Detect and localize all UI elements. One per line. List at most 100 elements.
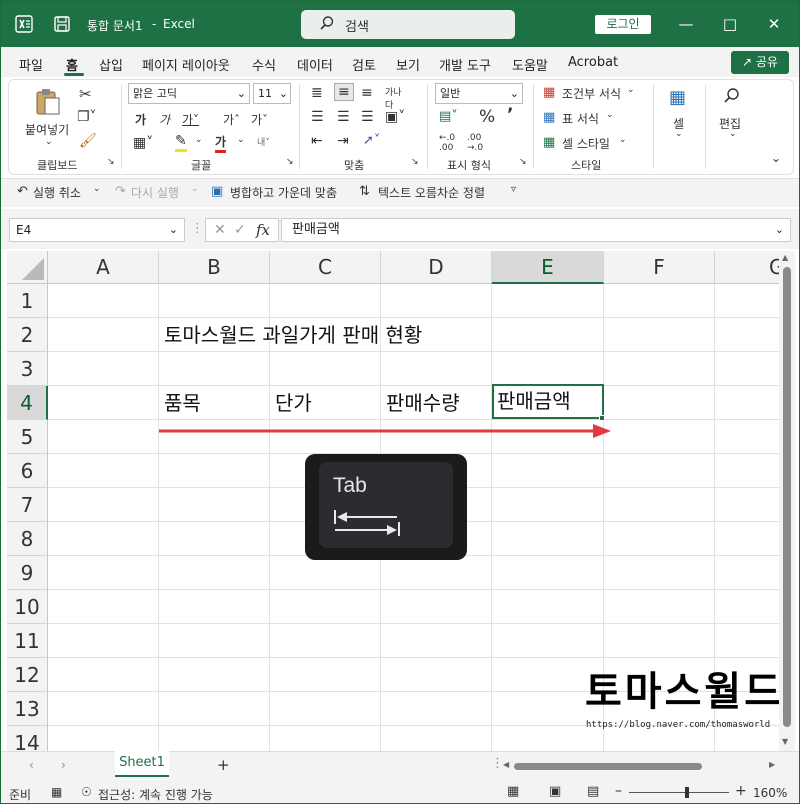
cell-d4[interactable]: 판매수량 [381,386,460,420]
tab-insert[interactable]: 삽입 [99,55,123,74]
cell-b4[interactable]: 품목 [159,386,201,420]
zoom-in-icon[interactable]: + [735,783,747,799]
column-header-d[interactable]: D [381,251,492,284]
page-break-view-icon[interactable]: ▤ [587,784,599,799]
save-icon[interactable] [53,15,71,33]
merge-center-label[interactable]: 병합하고 가운데 맞춤 [230,184,337,201]
font-color-icon[interactable]: 가 [215,133,227,153]
orientation-icon[interactable]: ➚˅ [363,133,380,148]
next-sheet-icon[interactable]: › [61,758,66,772]
merge-center-quick-icon[interactable]: ▣ [211,184,223,199]
align-left-icon[interactable]: ☰ [311,109,324,125]
horizontal-scrollbar[interactable] [514,761,764,771]
tab-acrobat[interactable]: Acrobat [568,55,618,70]
italic-icon[interactable]: 가 [159,111,170,128]
row-header-5[interactable]: 5 [7,420,48,454]
row-header-12[interactable]: 12 [7,658,48,692]
vertical-scrollbar[interactable]: ▲ ▼ [779,251,795,751]
row-header-7[interactable]: 7 [7,488,48,522]
insert-function-button[interactable]: fx [256,221,270,239]
minimize-icon[interactable]: — [671,11,701,37]
redo-dropdown-icon[interactable]: ⌄ [191,184,199,194]
conditional-format-icon[interactable]: ▦ [543,85,555,100]
column-header-g[interactable]: G [715,251,779,284]
undo-label[interactable]: 실행 취소 [33,184,81,201]
share-button[interactable]: ↗ 공유 [731,51,789,74]
zoom-slider[interactable] [629,792,729,793]
align-right-icon[interactable]: ☰ [361,109,374,125]
cell-c4[interactable]: 단가 [270,386,312,420]
row-header-2[interactable]: 2 [7,318,48,352]
underline-icon[interactable]: 가˅ [182,111,199,128]
accounting-format-icon[interactable]: ▤˅ [439,109,458,124]
font-name-select[interactable]: 맑은 고딕 ⌄ [128,83,250,104]
fill-handle[interactable] [599,415,605,421]
paste-icon[interactable] [33,87,63,121]
cell-style-dropdown-icon[interactable]: ⌄ [619,135,627,145]
align-center-icon[interactable]: ☰ [337,109,350,125]
row-header-11[interactable]: 11 [7,624,48,658]
font-size-select[interactable]: 11 ⌄ [253,83,291,104]
clipboard-launcher-icon[interactable]: ↘ [107,157,115,167]
sort-ascending-label[interactable]: 텍스트 오름차순 정렬 [378,184,485,201]
tab-developer[interactable]: 개발 도구 [439,55,491,74]
tab-view[interactable]: 보기 [396,55,420,74]
row-header-1[interactable]: 1 [7,284,48,318]
paste-dropdown-icon[interactable]: ⌄ [45,137,53,147]
cell-style-label[interactable]: 셀 스타일 [562,135,610,152]
copy-icon[interactable]: ❐˅ [77,109,97,125]
row-header-4[interactable]: 4 [7,386,48,420]
merge-center-icon[interactable]: ▣˅ [385,109,405,125]
formula-bar-grip-icon[interactable]: ⋮ [191,221,204,236]
accessibility-icon[interactable]: ☉ [81,785,92,799]
scroll-up-icon[interactable]: ▲ [782,253,788,262]
fill-color-icon[interactable]: ✎ [175,133,187,152]
bold-icon[interactable]: 가 [135,111,146,128]
shrink-font-icon[interactable]: 가ˇ [251,111,268,128]
horizontal-scroll-thumb[interactable] [514,763,702,770]
percent-style-icon[interactable]: % [479,107,495,127]
row-header-8[interactable]: 8 [7,522,48,556]
table-format-icon[interactable]: ▦ [543,110,555,125]
row-header-3[interactable]: 3 [7,352,48,386]
scroll-right-icon[interactable]: ▶ [769,760,775,769]
formula-input[interactable]: 판매금액 ⌄ [281,218,791,242]
redo-label[interactable]: 다시 실행 [131,184,179,201]
tab-help[interactable]: 도움말 [512,55,548,74]
column-header-c[interactable]: C [270,251,381,284]
tab-file[interactable]: 파일 [19,55,43,74]
align-top-icon[interactable]: ≣ [311,85,323,101]
cells-icon[interactable]: ▦ [669,87,686,108]
tab-home[interactable]: 홈 [66,55,78,74]
number-format-select[interactable]: 일반 ⌄ [435,83,523,104]
paste-label[interactable]: 붙여넣기 [25,121,69,138]
zoom-out-icon[interactable]: – [615,783,622,799]
cells-dropdown-icon[interactable]: ⌄ [675,129,683,139]
login-button[interactable]: 로그인 [595,15,651,34]
row-header-14[interactable]: 14 [7,726,48,751]
increase-indent-icon[interactable]: ⇥ [337,133,349,149]
name-box-dropdown-icon[interactable]: ⌄ [169,219,178,241]
sheet-tab-sheet1[interactable]: Sheet1 [115,751,169,777]
border-icon[interactable]: ▦˅ [133,135,153,151]
accessibility-status[interactable]: 접근성: 계속 진행 가능 [98,786,213,803]
column-header-b[interactable]: B [159,251,270,284]
cut-icon[interactable]: ✂ [79,85,92,103]
row-header-9[interactable]: 9 [7,556,48,590]
tab-formulas[interactable]: 수식 [252,55,276,74]
name-box[interactable]: E4 ⌄ [9,218,185,242]
tab-page-layout[interactable]: 페이지 레이아웃 [142,55,230,74]
row-header-6[interactable]: 6 [7,454,48,488]
normal-view-icon[interactable]: ▦ [507,784,519,799]
conditional-format-label[interactable]: 조건부 서식 [562,85,621,102]
undo-icon[interactable]: ↶ [17,184,28,199]
search-box[interactable]: 검색 [301,10,515,39]
table-format-label[interactable]: 표 서식 [562,110,599,127]
row-header-10[interactable]: 10 [7,590,48,624]
zoom-level[interactable]: 160% [753,786,787,800]
font-color-dropdown-icon[interactable]: ⌄ [237,135,245,145]
macro-record-icon[interactable]: ▦ [51,785,62,799]
decrease-indent-icon[interactable]: ⇤ [311,133,323,149]
maximize-icon[interactable]: □ [715,11,745,37]
select-all-corner[interactable] [7,251,48,284]
